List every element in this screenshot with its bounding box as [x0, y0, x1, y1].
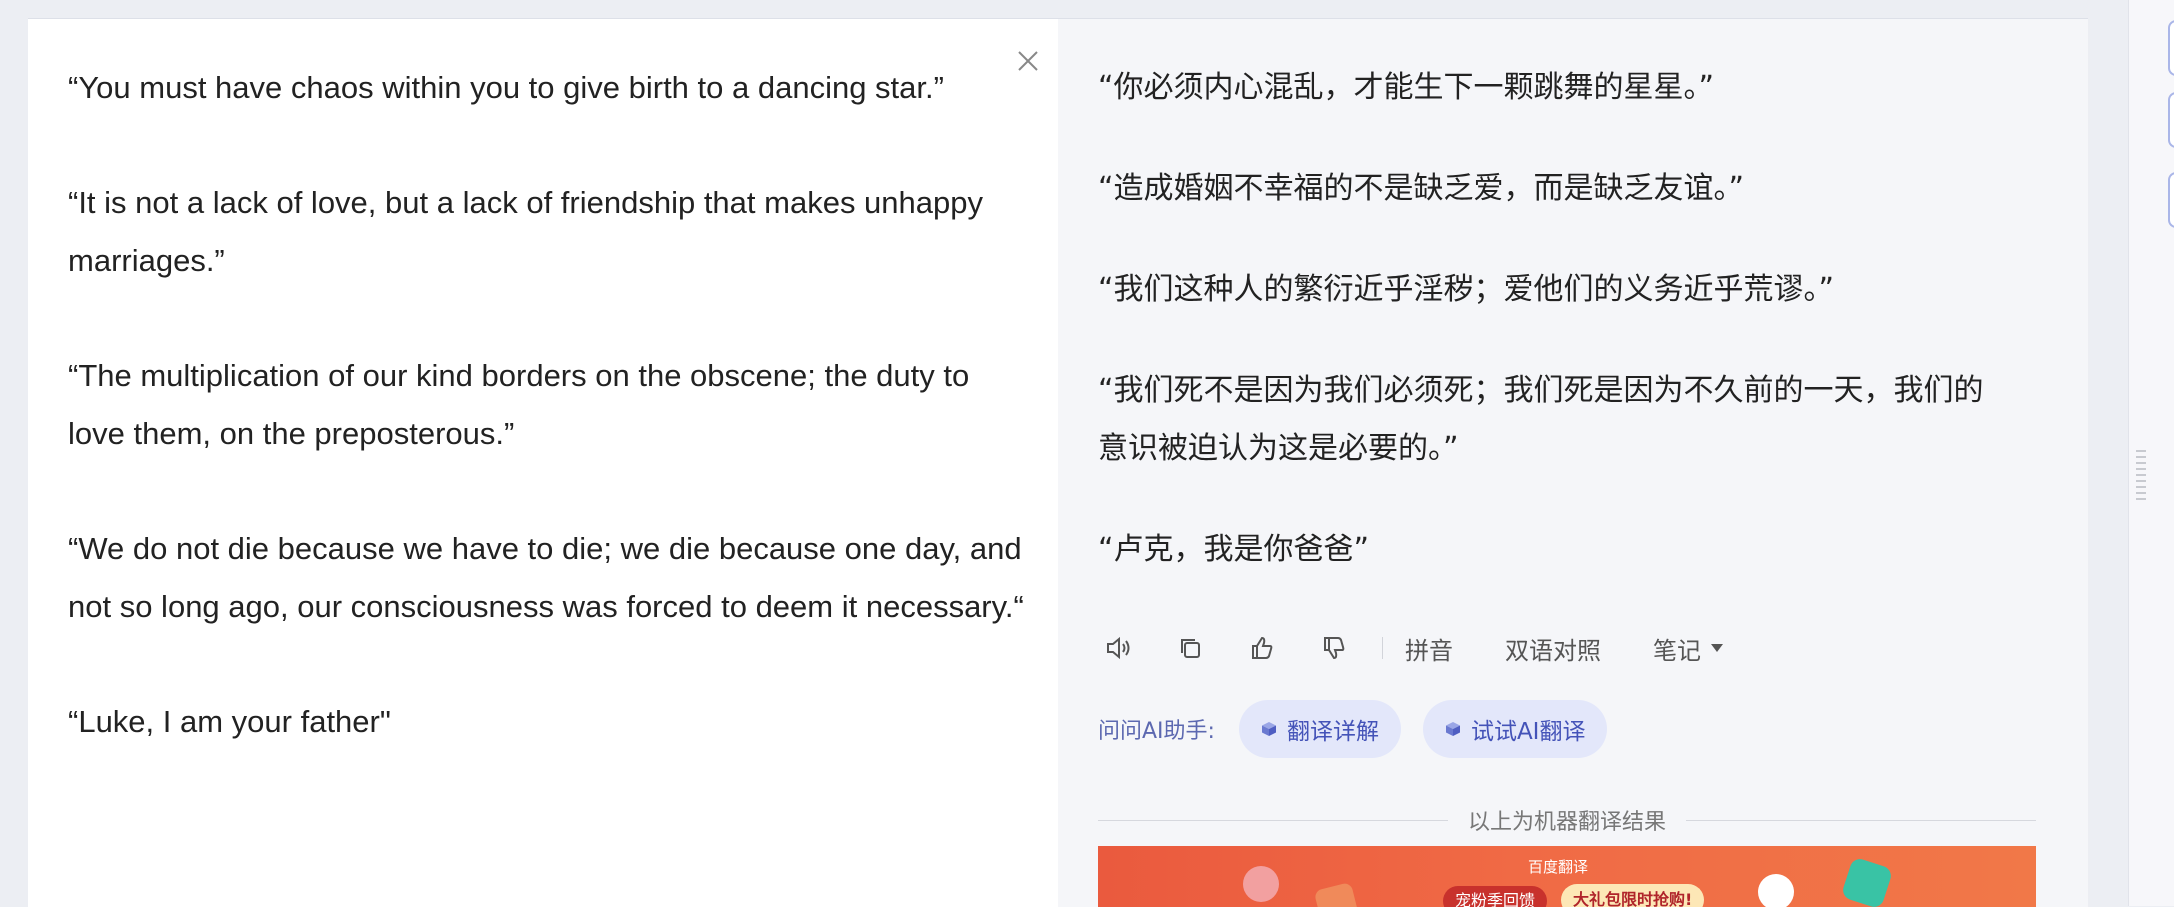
ai-assistant-row: 问问AI助手: 翻译详解 试试AI翻译	[1098, 699, 1629, 759]
thumbs-down-icon	[1324, 637, 1345, 660]
try-ai-translate-button[interactable]: 试试AI翻译	[1422, 700, 1608, 758]
banner-brand: 百度翻译	[1528, 858, 1589, 876]
toolbar-divider	[1382, 637, 1383, 659]
app-icon	[1840, 856, 1894, 907]
translation-card: “You must have chaos within you to give …	[28, 18, 2088, 907]
promo-banner[interactable]: 百度翻译 宠粉季回馈 大礼包限时抢购!	[1098, 846, 2036, 907]
cube-icon	[1261, 722, 1276, 736]
resize-handle[interactable]	[2136, 450, 2146, 506]
thumbs-up-icon	[1252, 636, 1273, 659]
translation-text: “你必须内心混乱，才能生下一颗跳舞的星星。” “造成婚姻不幸福的不是缺乏爱，而是…	[1098, 59, 1998, 622]
source-paragraph: “Luke, I am your father"	[68, 704, 391, 739]
banner-tag-right: 大礼包限时抢购!	[1561, 884, 1705, 907]
translation-paragraph: “我们这种人的繁衍近乎淫秽；爱他们的义务近乎荒谬。”	[1098, 272, 1835, 307]
cube-icon	[1445, 722, 1460, 736]
banner-decoration	[1313, 881, 1361, 907]
speaker-button[interactable]	[1098, 628, 1138, 668]
notes-label: 笔记	[1653, 636, 1701, 665]
translation-paragraph: “造成婚姻不幸福的不是缺乏爱，而是缺乏友谊。”	[1098, 171, 1745, 206]
divider-line	[1098, 819, 1448, 821]
try-ai-translate-label: 试试AI翻译	[1470, 719, 1586, 745]
source-paragraph: “The multiplication of our kind borders …	[68, 358, 970, 451]
sidebar-tab[interactable]	[2168, 92, 2174, 148]
speaker-icon	[1107, 636, 1130, 660]
banner-decoration	[1243, 866, 1279, 902]
copy-icon	[1181, 639, 1200, 658]
top-strip	[0, 0, 2174, 18]
copy-button[interactable]	[1170, 628, 1210, 668]
play-icon	[1758, 874, 1794, 907]
result-toolbar: 拼音 双语对照 笔记	[1098, 623, 1775, 673]
banner-tag-left: 宠粉季回馈	[1443, 886, 1548, 907]
source-paragraph: “We do not die because we have to die; w…	[68, 531, 1024, 624]
pinyin-button[interactable]: 拼音	[1405, 631, 1453, 666]
bilingual-button[interactable]: 双语对照	[1505, 631, 1601, 666]
translation-pane: “你必须内心混乱，才能生下一颗跳舞的星星。” “造成婚姻不幸福的不是缺乏爱，而是…	[1058, 19, 2088, 907]
notes-dropdown[interactable]: 笔记	[1653, 631, 1723, 666]
divider-line	[1686, 819, 2037, 821]
source-paragraph: “You must have chaos within you to give …	[68, 70, 944, 105]
translation-explain-button[interactable]: 翻译详解	[1238, 700, 1401, 758]
caret-down-icon	[1711, 644, 1723, 652]
thumbs-up-button[interactable]	[1242, 628, 1282, 668]
translation-paragraph: “我们死不是因为我们必须死；我们死是因为不久前的一天，我们的意识被迫认为这是必要…	[1098, 373, 1984, 466]
sidebar-tab[interactable]	[2168, 20, 2174, 76]
ai-assistant-label: 问问AI助手:	[1098, 719, 1215, 744]
translation-paragraph: “卢克，我是你爸爸”	[1098, 532, 1370, 567]
source-paragraph: “It is not a lack of love, but a lack of…	[68, 185, 983, 278]
source-pane[interactable]: “You must have chaos within you to give …	[28, 19, 1058, 907]
machine-translation-divider: 以上为机器翻译结果	[1098, 802, 2037, 838]
translation-explain-label: 翻译详解	[1286, 719, 1379, 745]
source-text[interactable]: “You must have chaos within you to give …	[68, 59, 1028, 808]
translation-paragraph: “你必须内心混乱，才能生下一颗跳舞的星星。”	[1098, 70, 1715, 105]
sidebar-tab[interactable]	[2168, 172, 2174, 228]
thumbs-down-button[interactable]	[1314, 628, 1354, 668]
machine-translation-note: 以上为机器翻译结果	[1468, 810, 1667, 835]
